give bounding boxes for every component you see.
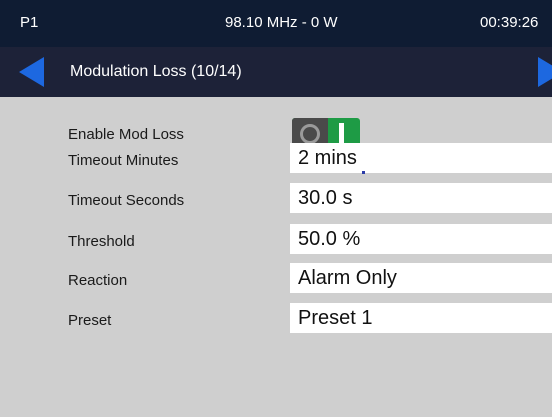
previous-page-arrow-icon[interactable] [19, 57, 44, 87]
timeout-minutes-field[interactable]: 2 mins [290, 143, 552, 173]
timeout-minutes-label: Timeout Minutes [68, 152, 179, 169]
text-cursor-mark [362, 171, 365, 174]
timeout-seconds-label: Timeout Seconds [68, 192, 185, 209]
toggle-on-bar-icon [339, 123, 344, 143]
next-page-arrow-icon[interactable] [538, 57, 552, 87]
reaction-field[interactable]: Alarm Only [290, 263, 552, 293]
enable-mod-loss-label: Enable Mod Loss [68, 126, 184, 143]
status-bar: P1 98.10 MHz - 0 W 00:39:26 [0, 0, 552, 47]
reaction-label: Reaction [68, 272, 128, 289]
timeout-seconds-field[interactable]: 30.0 s [290, 183, 552, 213]
setting-row-timeout-minutes: Timeout Minutes 2 mins [0, 143, 552, 173]
setting-row-preset: Preset Preset 1 [0, 303, 552, 333]
page-nav-bar: Modulation Loss (10/14) [0, 47, 552, 97]
preset-field[interactable]: Preset 1 [290, 303, 552, 333]
status-preset: P1 [20, 14, 39, 31]
toggle-off-circle-icon [300, 124, 320, 144]
threshold-label: Threshold [68, 233, 135, 250]
page-title: Modulation Loss (10/14) [70, 63, 242, 80]
setting-row-reaction: Reaction Alarm Only [0, 263, 552, 293]
setting-row-threshold: Threshold 50.0 % [0, 224, 552, 254]
preset-label: Preset [68, 312, 112, 329]
status-time: 00:39:26 [480, 14, 539, 31]
setting-row-timeout-seconds: Timeout Seconds 30.0 s [0, 183, 552, 213]
threshold-field[interactable]: 50.0 % [290, 224, 552, 254]
status-frequency-power: 98.10 MHz - 0 W [225, 14, 338, 31]
